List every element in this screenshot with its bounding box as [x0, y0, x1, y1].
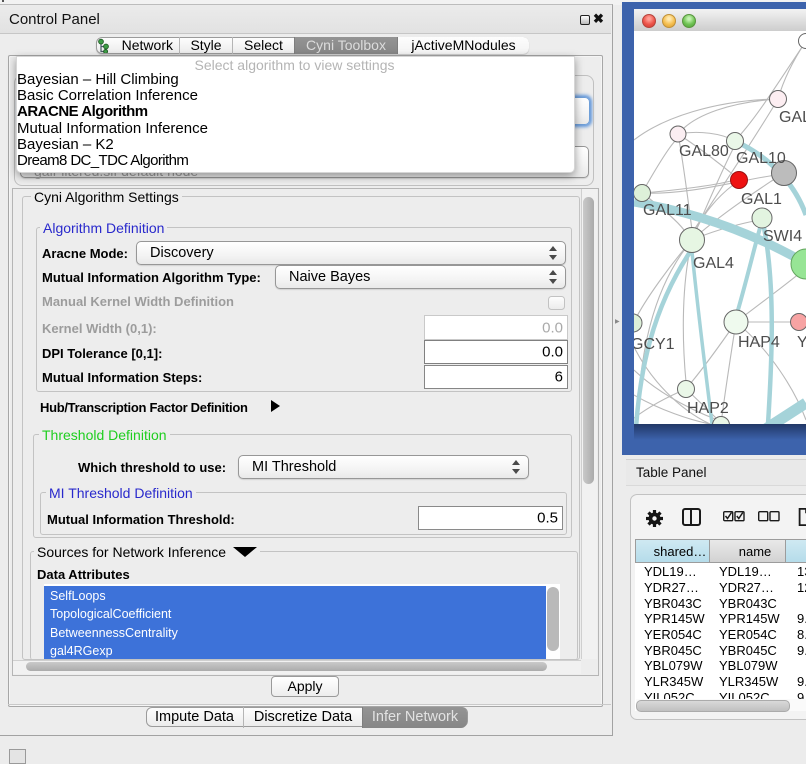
svg-text:SWI4: SWI4	[763, 228, 802, 245]
svg-text:GAL1: GAL1	[741, 191, 782, 208]
svg-text:GAL11: GAL11	[643, 202, 692, 219]
svg-text:GAL4: GAL4	[693, 255, 734, 272]
svg-text:YO: YO	[797, 334, 806, 351]
svg-text:GAL10: GAL10	[736, 150, 786, 167]
svg-text:HAP4: HAP4	[738, 334, 780, 351]
svg-text:GAL80: GAL80	[679, 143, 729, 160]
svg-text:HAP2: HAP2	[687, 400, 729, 417]
svg-text:GCY1: GCY1	[634, 336, 675, 353]
svg-text:GAL2: GAL2	[779, 109, 806, 126]
